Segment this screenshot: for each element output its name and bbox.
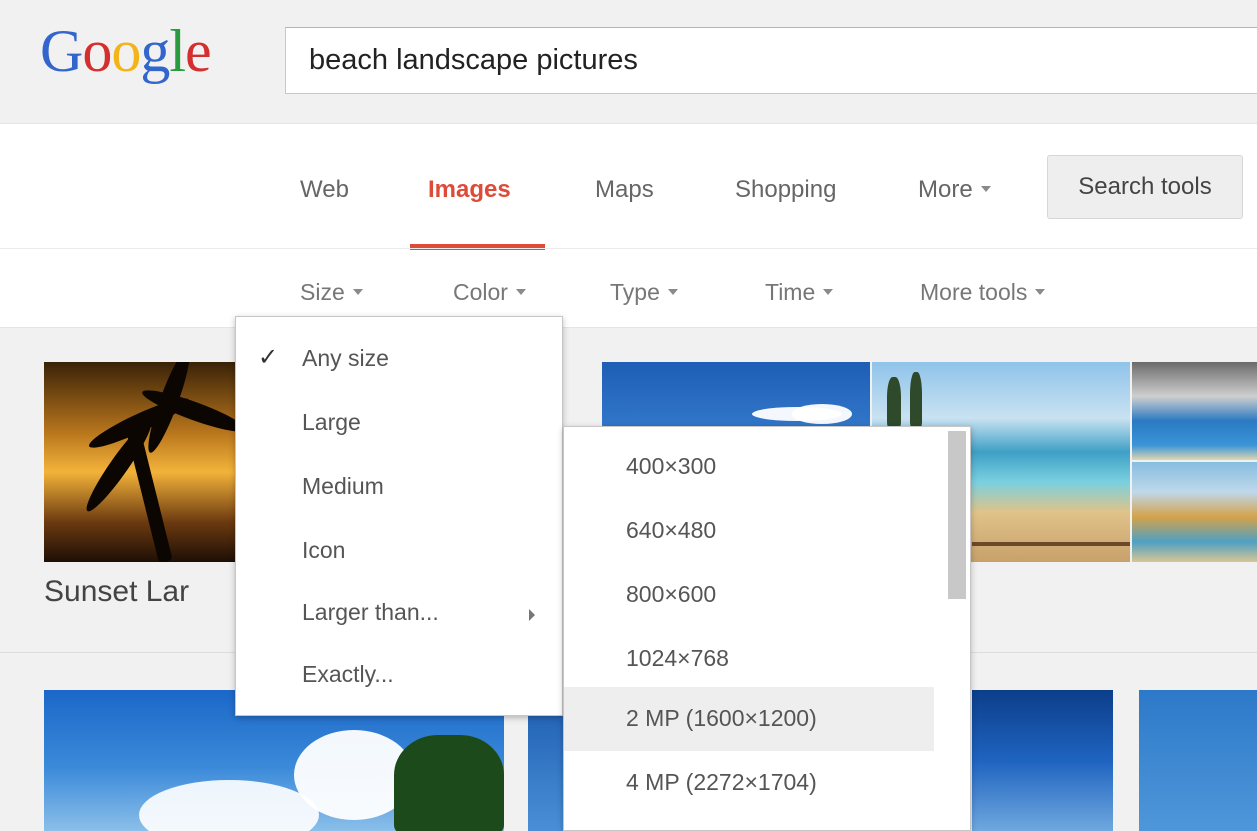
palm-tree-shape: [910, 372, 922, 427]
page: Google beach landscape pictures Web Imag…: [0, 0, 1257, 831]
tool-more-tools-label: More tools: [920, 279, 1028, 305]
chevron-right-icon: [529, 609, 535, 621]
dropdown-caret-icon: [667, 288, 678, 295]
logo-letter: l: [169, 18, 186, 84]
submenu-item-800x600[interactable]: 800×600: [564, 563, 934, 627]
search-tools-button[interactable]: Search tools: [1047, 155, 1243, 219]
submenu-item-1024x768[interactable]: 1024×768: [564, 627, 934, 691]
submenu-item-2mp[interactable]: 2 MP (1600×1200): [564, 687, 934, 751]
tab-more[interactable]: More: [918, 176, 991, 204]
dropdown-caret-icon: [1035, 288, 1046, 295]
dropdown-caret-icon: [980, 185, 991, 192]
tool-size-label: Size: [300, 279, 345, 305]
menu-item-label: Icon: [302, 537, 346, 563]
tab-maps[interactable]: Maps: [595, 176, 654, 204]
submenu-item-label: 4 MP (2272×1704): [626, 769, 817, 795]
larger-than-submenu: 400×300 640×480 800×600 1024×768 2 MP (1…: [563, 426, 971, 831]
dropdown-caret-icon: [515, 288, 526, 295]
menu-item-exactly[interactable]: Exactly...: [236, 645, 562, 707]
tool-size[interactable]: Size: [300, 279, 363, 306]
menu-item-any-size[interactable]: ✓ Any size: [236, 329, 562, 391]
size-dropdown-menu: ✓ Any size Large Medium Icon Larger than…: [235, 316, 563, 716]
menu-item-larger-than[interactable]: Larger than...: [236, 583, 562, 645]
submenu-item-640x480[interactable]: 640×480: [564, 499, 934, 563]
tab-images[interactable]: Images: [428, 176, 511, 204]
menu-item-icon[interactable]: Icon: [236, 521, 562, 583]
header-bar: Google beach landscape pictures: [0, 0, 1257, 124]
fence-shape: [972, 542, 1130, 546]
tab-more-label: More: [918, 176, 973, 203]
logo-letter: o: [111, 18, 141, 84]
logo-letter: G: [40, 18, 83, 84]
tool-type[interactable]: Type: [610, 279, 678, 306]
google-logo[interactable]: Google: [40, 16, 212, 86]
result-image-island[interactable]: [1132, 362, 1257, 460]
logo-letter: g: [140, 18, 170, 84]
submenu-item-4mp[interactable]: 4 MP (2272×1704): [564, 751, 934, 815]
tool-time-label: Time: [765, 279, 816, 305]
tab-web[interactable]: Web: [300, 176, 349, 204]
menu-item-label: Exactly...: [302, 661, 394, 687]
tool-type-label: Type: [610, 279, 660, 305]
menu-item-medium[interactable]: Medium: [236, 457, 562, 519]
result-image-sky-right[interactable]: [1139, 690, 1257, 831]
submenu-scrollbar-thumb[interactable]: [948, 431, 966, 599]
menu-item-label: Larger than...: [302, 599, 439, 625]
dropdown-caret-icon: [352, 288, 363, 295]
result-image-coast[interactable]: [1132, 462, 1257, 562]
menu-item-label: Large: [302, 409, 361, 435]
tab-shopping[interactable]: Shopping: [735, 176, 836, 204]
search-query-text: beach landscape pictures: [309, 44, 638, 76]
result-image-sunset-palm[interactable]: [44, 362, 239, 562]
tree-shape: [394, 735, 504, 831]
result-caption[interactable]: Sunset Lar: [44, 575, 189, 609]
checkmark-icon: ✓: [258, 344, 279, 371]
palm-tree-shape: [887, 377, 901, 427]
logo-letter: e: [185, 18, 212, 84]
submenu-item-label: 640×480: [626, 517, 717, 543]
submenu-item-label: 1024×768: [626, 645, 729, 671]
menu-item-label: Any size: [302, 345, 389, 371]
result-image-deep-sky[interactable]: [972, 690, 1113, 831]
logo-letter: o: [82, 18, 112, 84]
submenu-item-label: 400×300: [626, 453, 717, 479]
cloud-shape: [139, 780, 319, 831]
nav-divider: [0, 248, 1257, 249]
submenu-item-label: 800×600: [626, 581, 717, 607]
tool-color[interactable]: Color: [453, 279, 526, 306]
menu-item-large[interactable]: Large: [236, 393, 562, 455]
submenu-item-label: 2 MP (1600×1200): [626, 705, 817, 731]
tool-color-label: Color: [453, 279, 508, 305]
tool-more-tools[interactable]: More tools: [920, 279, 1046, 306]
cloud-shape: [792, 404, 852, 424]
dropdown-caret-icon: [823, 288, 834, 295]
submenu-item-400x300[interactable]: 400×300: [564, 435, 934, 499]
tool-time[interactable]: Time: [765, 279, 834, 306]
menu-item-label: Medium: [302, 473, 384, 499]
search-input[interactable]: beach landscape pictures: [285, 27, 1257, 94]
